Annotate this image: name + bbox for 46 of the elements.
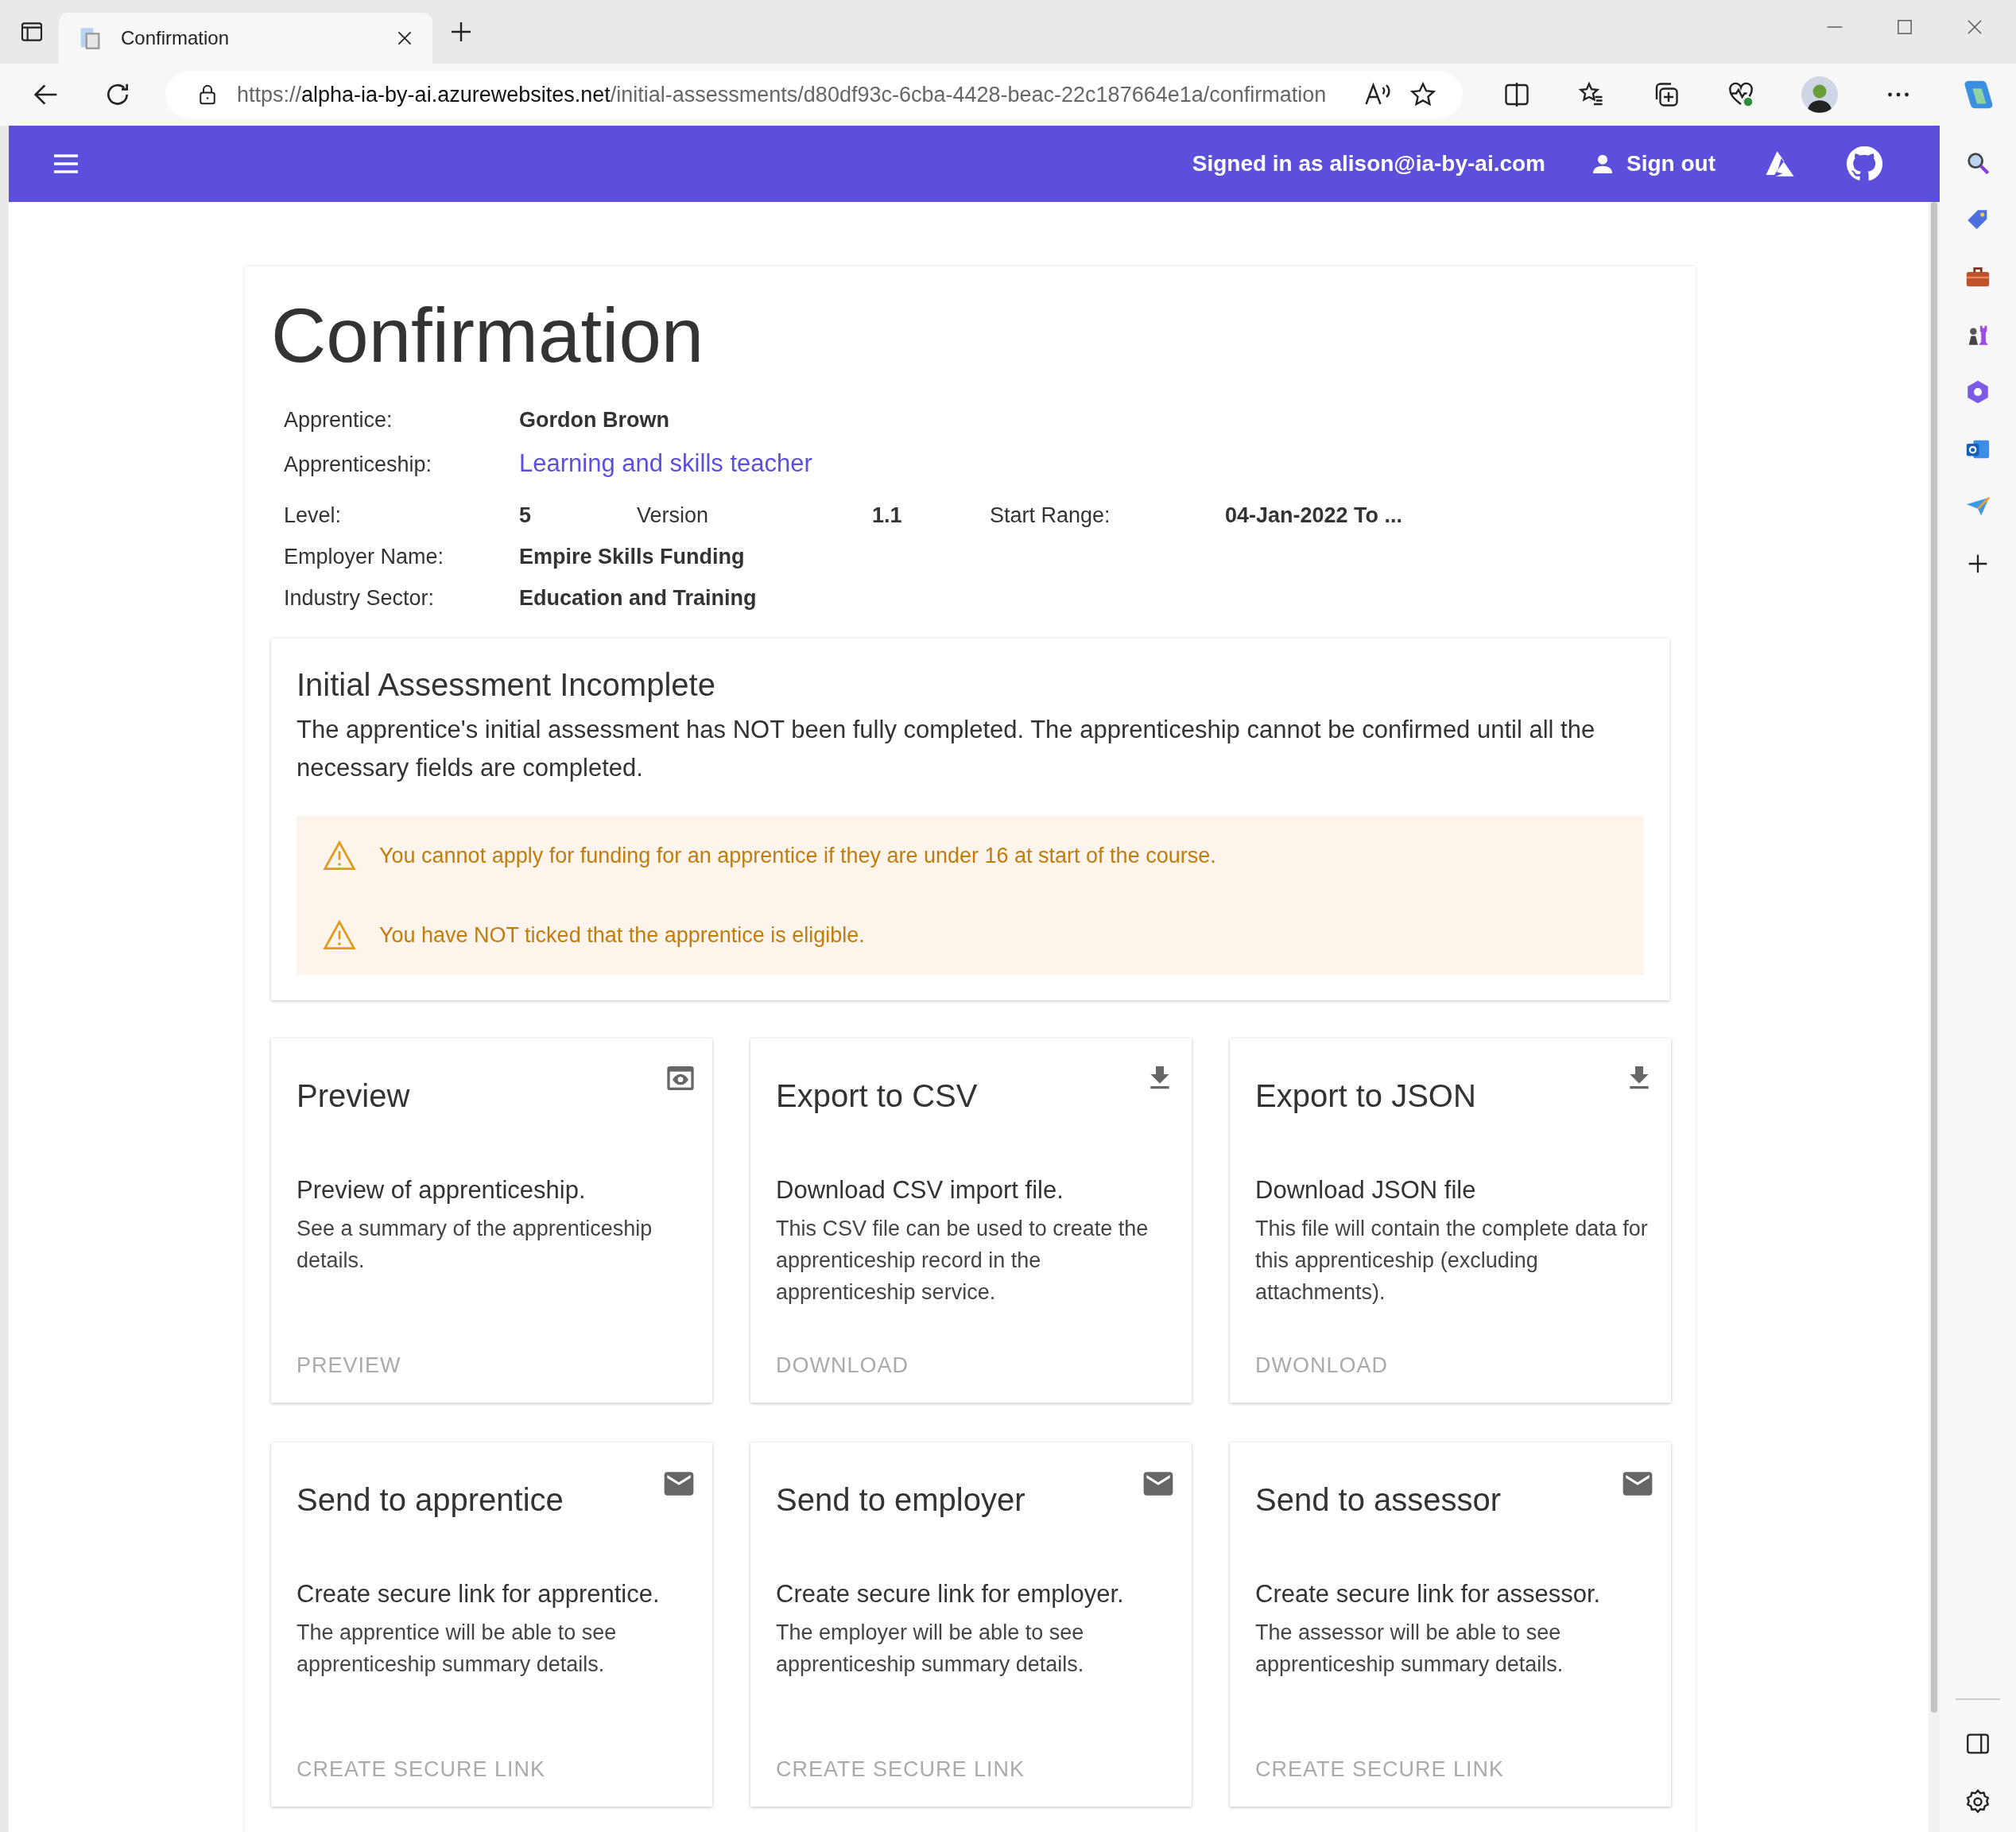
card-description: The apprentice will be able to see apprenticeship summary details.	[297, 1620, 618, 1678]
tab-title: Confirmation	[121, 27, 231, 49]
field-value: 1.1	[872, 503, 903, 528]
field-value: 5	[519, 503, 533, 528]
card-title: Send to employer	[776, 1482, 1025, 1518]
field-label: Apprentice:	[284, 408, 394, 433]
card-subtitle: Create secure link for assessor.	[1255, 1580, 1602, 1609]
signed-in-text: Signed in as alison@ia-by-ai.com	[1192, 151, 1545, 177]
card-subtitle: Download CSV import file.	[776, 1176, 1064, 1205]
field-label: Version	[637, 503, 710, 528]
card-title: Send to apprentice	[297, 1482, 564, 1518]
field-value: Gordon Brown	[519, 408, 669, 433]
scrollbar[interactable]	[1929, 202, 1940, 1832]
field-label: Employer Name:	[284, 545, 445, 569]
card-subtitle: Create secure link for employer.	[776, 1580, 1125, 1609]
card-description: The employer will be able to see apprenticeship summary details.	[776, 1620, 1085, 1678]
card-title: Export to JSON	[1255, 1078, 1476, 1114]
profile-avatar[interactable]	[1801, 76, 1838, 113]
field-label: Start Range:	[990, 503, 1111, 528]
alert-title: Initial Assessment Incomplete	[297, 667, 716, 703]
card-title: Preview	[297, 1078, 410, 1114]
browser-tab[interactable]: Confirmation	[59, 13, 432, 64]
card-title: Export to CSV	[776, 1078, 978, 1114]
card-description: This CSV file can be used to create the apprenticeship record in the apprenticeship service.	[776, 1216, 1150, 1306]
url-text: https://alpha-ia-by-ai.azurewebsites.net/initial-assessments/d80df93c-6cba-4428-beac-22c187664e1a/confirmation	[237, 82, 1328, 107]
sign-out-button[interactable]: Sign out	[1590, 151, 1716, 177]
field-label: Industry Sector:	[284, 586, 436, 611]
field-value: Education and Training	[519, 586, 757, 611]
card-description: The assessor will be able to see apprenticeship summary details.	[1255, 1620, 1564, 1678]
page-title: Confirmation	[271, 292, 705, 379]
card-description: See a summary of the apprenticeship details.	[297, 1216, 653, 1274]
card-subtitle: Download JSON file	[1255, 1176, 1477, 1205]
card-title: Send to assessor	[1255, 1482, 1502, 1518]
field-value: Empire Skills Funding	[519, 545, 745, 569]
warning-text: You cannot apply for funding for an apprentice if they are under 16 at start of the course.	[379, 843, 1216, 868]
warning-text: You have NOT ticked that the apprentice is eligible.	[379, 922, 865, 948]
card-subtitle: Create secure link for apprentice.	[297, 1580, 661, 1609]
alert-message: The apprentice's initial assessment has NOT been fully completed. The apprenticeship cannot be confirmed until all the necessary fields are completed.	[297, 715, 1596, 783]
address-bar[interactable]: https://alpha-ia-by-ai.azurewebsites.net/initial-assessments/d80df93c-6cba-4428-beac-22c187664e1a/confirmation	[165, 71, 1463, 118]
field-label: Apprenticeship:	[284, 452, 433, 477]
split-screen-icon[interactable]	[1502, 80, 1531, 109]
apprenticeship-link[interactable]: Learning and skills teacher	[519, 449, 812, 478]
field-value: 04-Jan-2022 To ...	[1225, 503, 1403, 528]
card-description: This file will contain the complete data for this apprenticeship (excluding attachments).	[1255, 1216, 1649, 1306]
field-label: Level:	[284, 503, 343, 528]
card-subtitle: Preview of apprenticeship.	[297, 1176, 587, 1205]
